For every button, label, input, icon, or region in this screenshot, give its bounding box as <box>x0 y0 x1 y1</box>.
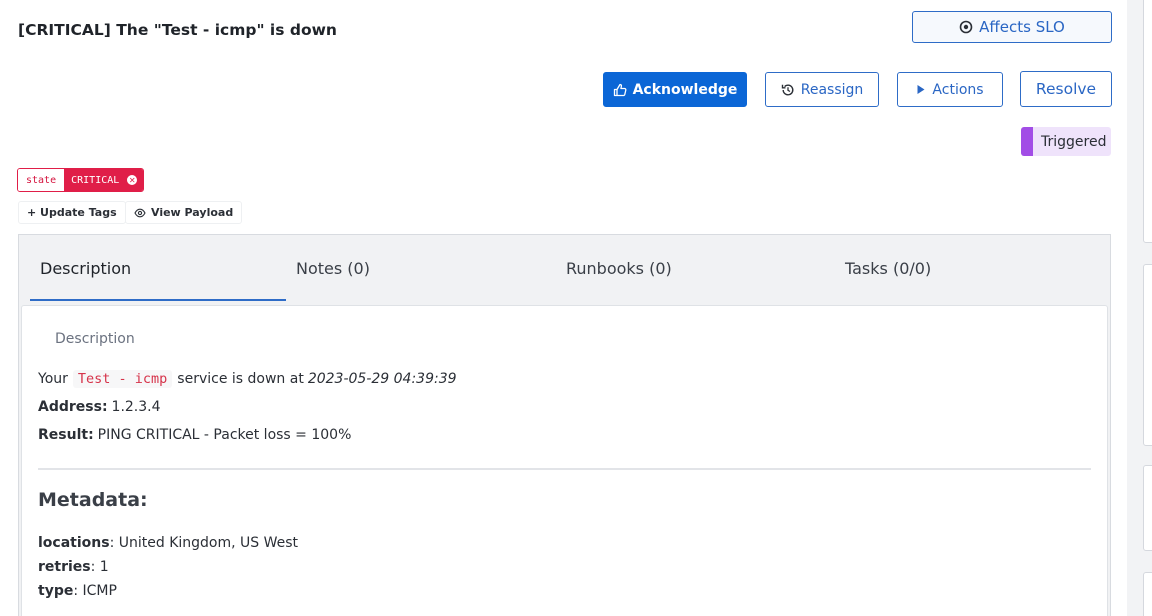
tag-state-critical[interactable]: state CRITICAL ✕ <box>17 168 145 192</box>
sidebar-card <box>1143 572 1152 616</box>
tab-runbooks[interactable]: Runbooks (0) <box>566 235 672 301</box>
affects-slo-button[interactable]: Affects SLO <box>912 11 1112 43</box>
incident-timestamp: 2023-05-29 04:39:39 <box>307 371 457 387</box>
service-name-code: Test - icmp <box>72 370 173 388</box>
tag-value: CRITICAL ✕ <box>64 169 144 191</box>
metadata-item: type: ICMP <box>38 583 117 599</box>
tab-description[interactable]: Description <box>40 235 131 301</box>
incident-main-pane: [CRITICAL] The "Test - icmp" is down Aff… <box>0 0 1127 616</box>
result-line: Result: PING CRITICAL - Packet loss = 10… <box>38 427 351 443</box>
metadata-key: locations <box>38 535 110 551</box>
section-divider <box>38 468 1091 470</box>
sidebar-card <box>1143 0 1152 243</box>
update-tags-button[interactable]: + Update Tags <box>18 201 126 224</box>
incident-tabs-panel: Description Notes (0) Runbooks (0) Tasks… <box>18 234 1111 616</box>
acknowledge-label: Acknowledge <box>632 81 738 98</box>
slo-target-icon <box>959 20 973 34</box>
acknowledge-button[interactable]: Acknowledge <box>603 72 747 107</box>
result-label: Result: <box>38 427 94 443</box>
actions-label: Actions <box>932 81 984 98</box>
metadata-item: retries: 1 <box>38 559 109 575</box>
result-value: PING CRITICAL - Packet loss = 100% <box>97 427 352 443</box>
metadata-value: : United Kingdom, US West <box>109 535 299 551</box>
view-payload-label: View Payload <box>151 206 234 219</box>
tab-notes[interactable]: Notes (0) <box>296 235 370 301</box>
status-badge: Triggered <box>1021 127 1111 156</box>
description-section-title: Description <box>55 331 135 347</box>
sidebar-card <box>1143 264 1152 446</box>
affects-slo-label: Affects SLO <box>979 18 1065 36</box>
metadata-value: : 1 <box>90 559 109 575</box>
reassign-button[interactable]: Reassign <box>765 72 879 107</box>
metadata-item: locations: United Kingdom, US West <box>38 535 298 551</box>
metadata-heading: Metadata: <box>38 489 148 511</box>
resolve-button[interactable]: Resolve <box>1020 71 1112 107</box>
thumbs-up-icon <box>613 83 627 97</box>
remove-tag-icon[interactable]: ✕ <box>127 175 138 185</box>
reassign-label: Reassign <box>800 81 864 98</box>
address-label: Address: <box>38 399 108 415</box>
summary-middle: service is down at <box>177 371 304 387</box>
summary-prefix: Your <box>38 371 68 387</box>
status-color-bar <box>1021 127 1033 156</box>
tag-value-text: CRITICAL <box>71 174 120 186</box>
reassign-history-icon <box>781 83 795 97</box>
metadata-key: type <box>38 583 74 599</box>
address-value: 1.2.3.4 <box>111 399 161 415</box>
play-icon <box>916 84 926 95</box>
tab-tasks[interactable]: Tasks (0/0) <box>845 235 931 301</box>
description-content: Description Your Test - icmp service is … <box>21 305 1108 616</box>
description-summary-line: Your Test - icmp service is down at 2023… <box>38 370 457 388</box>
tag-key: state <box>18 169 65 191</box>
status-label: Triggered <box>1041 133 1107 150</box>
incident-title: [CRITICAL] The "Test - icmp" is down <box>18 21 337 39</box>
sidebar-card <box>1143 465 1152 551</box>
view-payload-button[interactable]: View Payload <box>125 201 243 224</box>
resolve-label: Resolve <box>1035 80 1097 98</box>
update-tags-label: + Update Tags <box>27 206 117 219</box>
active-tab-indicator <box>30 299 286 301</box>
metadata-key: retries <box>38 559 91 575</box>
address-line: Address: 1.2.3.4 <box>38 399 161 415</box>
actions-button[interactable]: Actions <box>897 72 1003 107</box>
eye-icon <box>134 208 146 218</box>
metadata-value: : ICMP <box>73 583 117 599</box>
